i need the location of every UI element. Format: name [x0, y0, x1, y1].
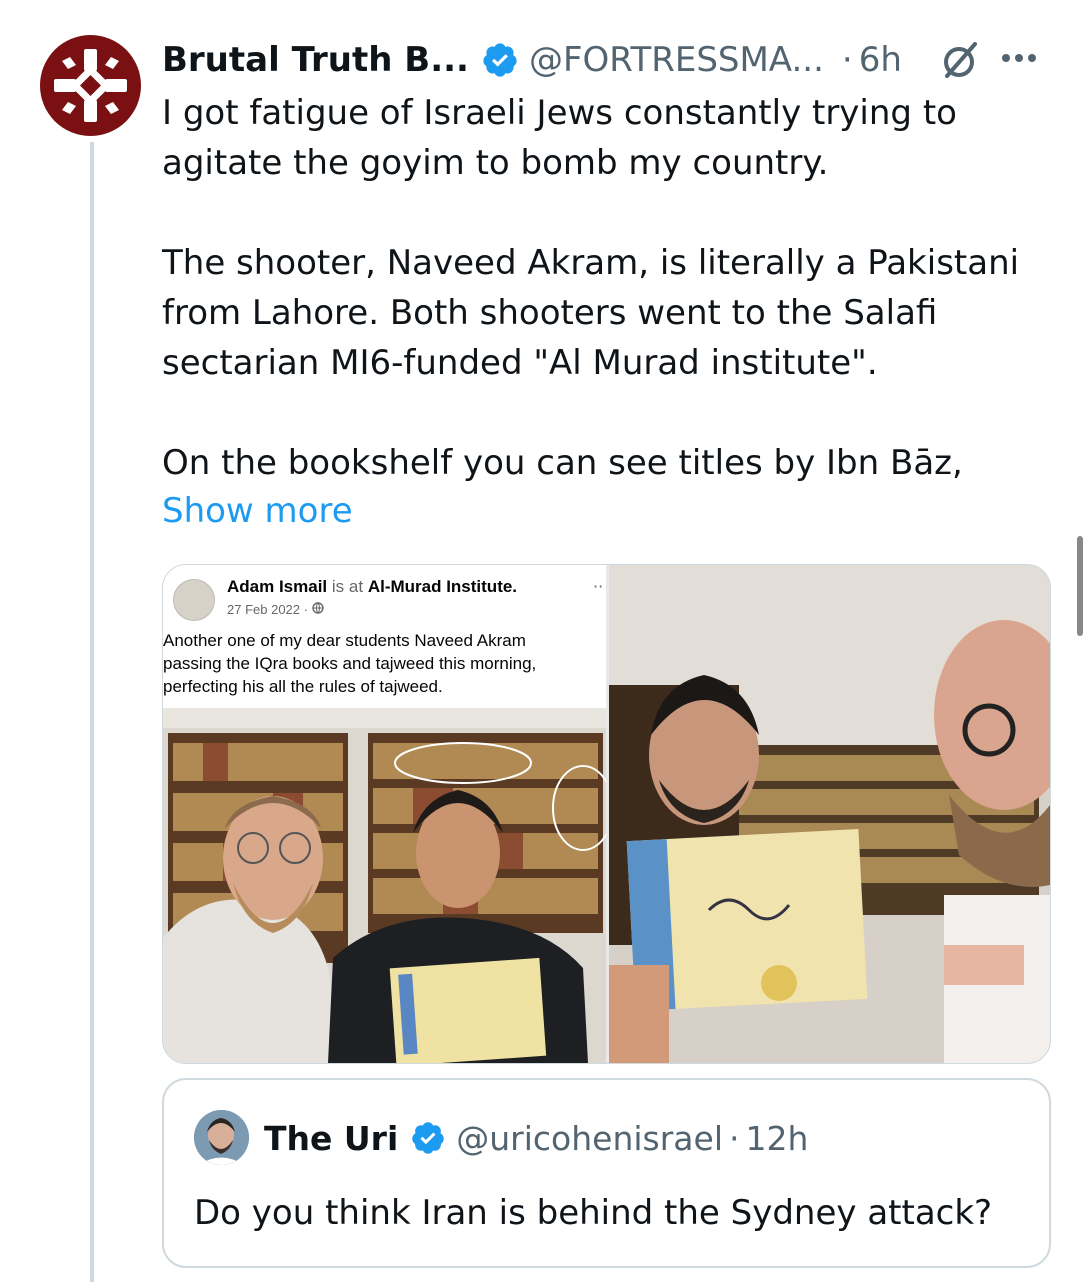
show-more-link[interactable]: Show more: [162, 486, 353, 536]
quoted-author-name[interactable]: The Uri: [264, 1119, 398, 1158]
quoted-text: Do you think Iran is behind the Sydney a…: [194, 1193, 993, 1233]
separator-dot: ·: [729, 1118, 740, 1158]
author-name[interactable]: Brutal Truth B...: [162, 40, 469, 80]
fb-post-header: Adam Ismail is at Al-Murad Institute. 27…: [173, 575, 603, 625]
thread-connector-line: [90, 142, 94, 1282]
fb-author-line: Adam Ismail is at Al-Murad Institute.: [227, 577, 517, 597]
fb-date: 27 Feb 2022 ·: [227, 602, 324, 617]
fb-caption: Another one of my dear students Naveed A…: [163, 631, 537, 696]
tweet-text: I got fatigue of Israeli Jews constantly…: [162, 93, 1020, 483]
fb-author-name: Adam Ismail: [227, 577, 328, 596]
fb-date-text: 27 Feb 2022 ·: [227, 602, 308, 617]
globe-icon: [311, 602, 324, 614]
quoted-time[interactable]: 12h: [746, 1119, 809, 1158]
quoted-author-avatar[interactable]: [194, 1110, 249, 1165]
media-grid: Adam Ismail is at Al-Murad Institute. 27…: [162, 564, 1051, 1064]
avatar-photo: [194, 1110, 249, 1165]
facebook-post-screenshot[interactable]: Adam Ismail is at Al-Murad Institute. 27…: [163, 565, 606, 1063]
tweet-header: Brutal Truth B... @FORTRESSMA... · 6h: [162, 36, 1062, 84]
scrollbar-thumb[interactable]: [1077, 536, 1083, 636]
fb-is-at: is at: [331, 577, 364, 596]
quoted-author-handle[interactable]: @uricohenisrael: [456, 1119, 723, 1158]
tweet-time[interactable]: 6h: [859, 40, 902, 80]
cross-emblem-icon: [54, 49, 127, 122]
fb-photo: [163, 708, 606, 1063]
certificate-photo[interactable]: [609, 565, 1050, 1063]
fb-avatar: [173, 579, 215, 621]
quoted-tweet[interactable]: The Uri @uricohenisrael · 12h Do you thi…: [162, 1078, 1051, 1268]
verified-badge-icon: [412, 1122, 445, 1154]
fb-more-icon: ··: [593, 577, 604, 596]
grok-icon[interactable]: [938, 38, 982, 82]
more-options-icon[interactable]: [1002, 54, 1036, 62]
fb-place: Al-Murad Institute.: [367, 577, 518, 596]
quoted-header: The Uri @uricohenisrael · 12h: [264, 1114, 808, 1162]
separator-dot: ·: [841, 40, 853, 80]
verified-badge-icon: [483, 43, 517, 77]
author-avatar[interactable]: [40, 35, 141, 136]
author-handle[interactable]: @FORTRESSMA...: [529, 40, 824, 80]
